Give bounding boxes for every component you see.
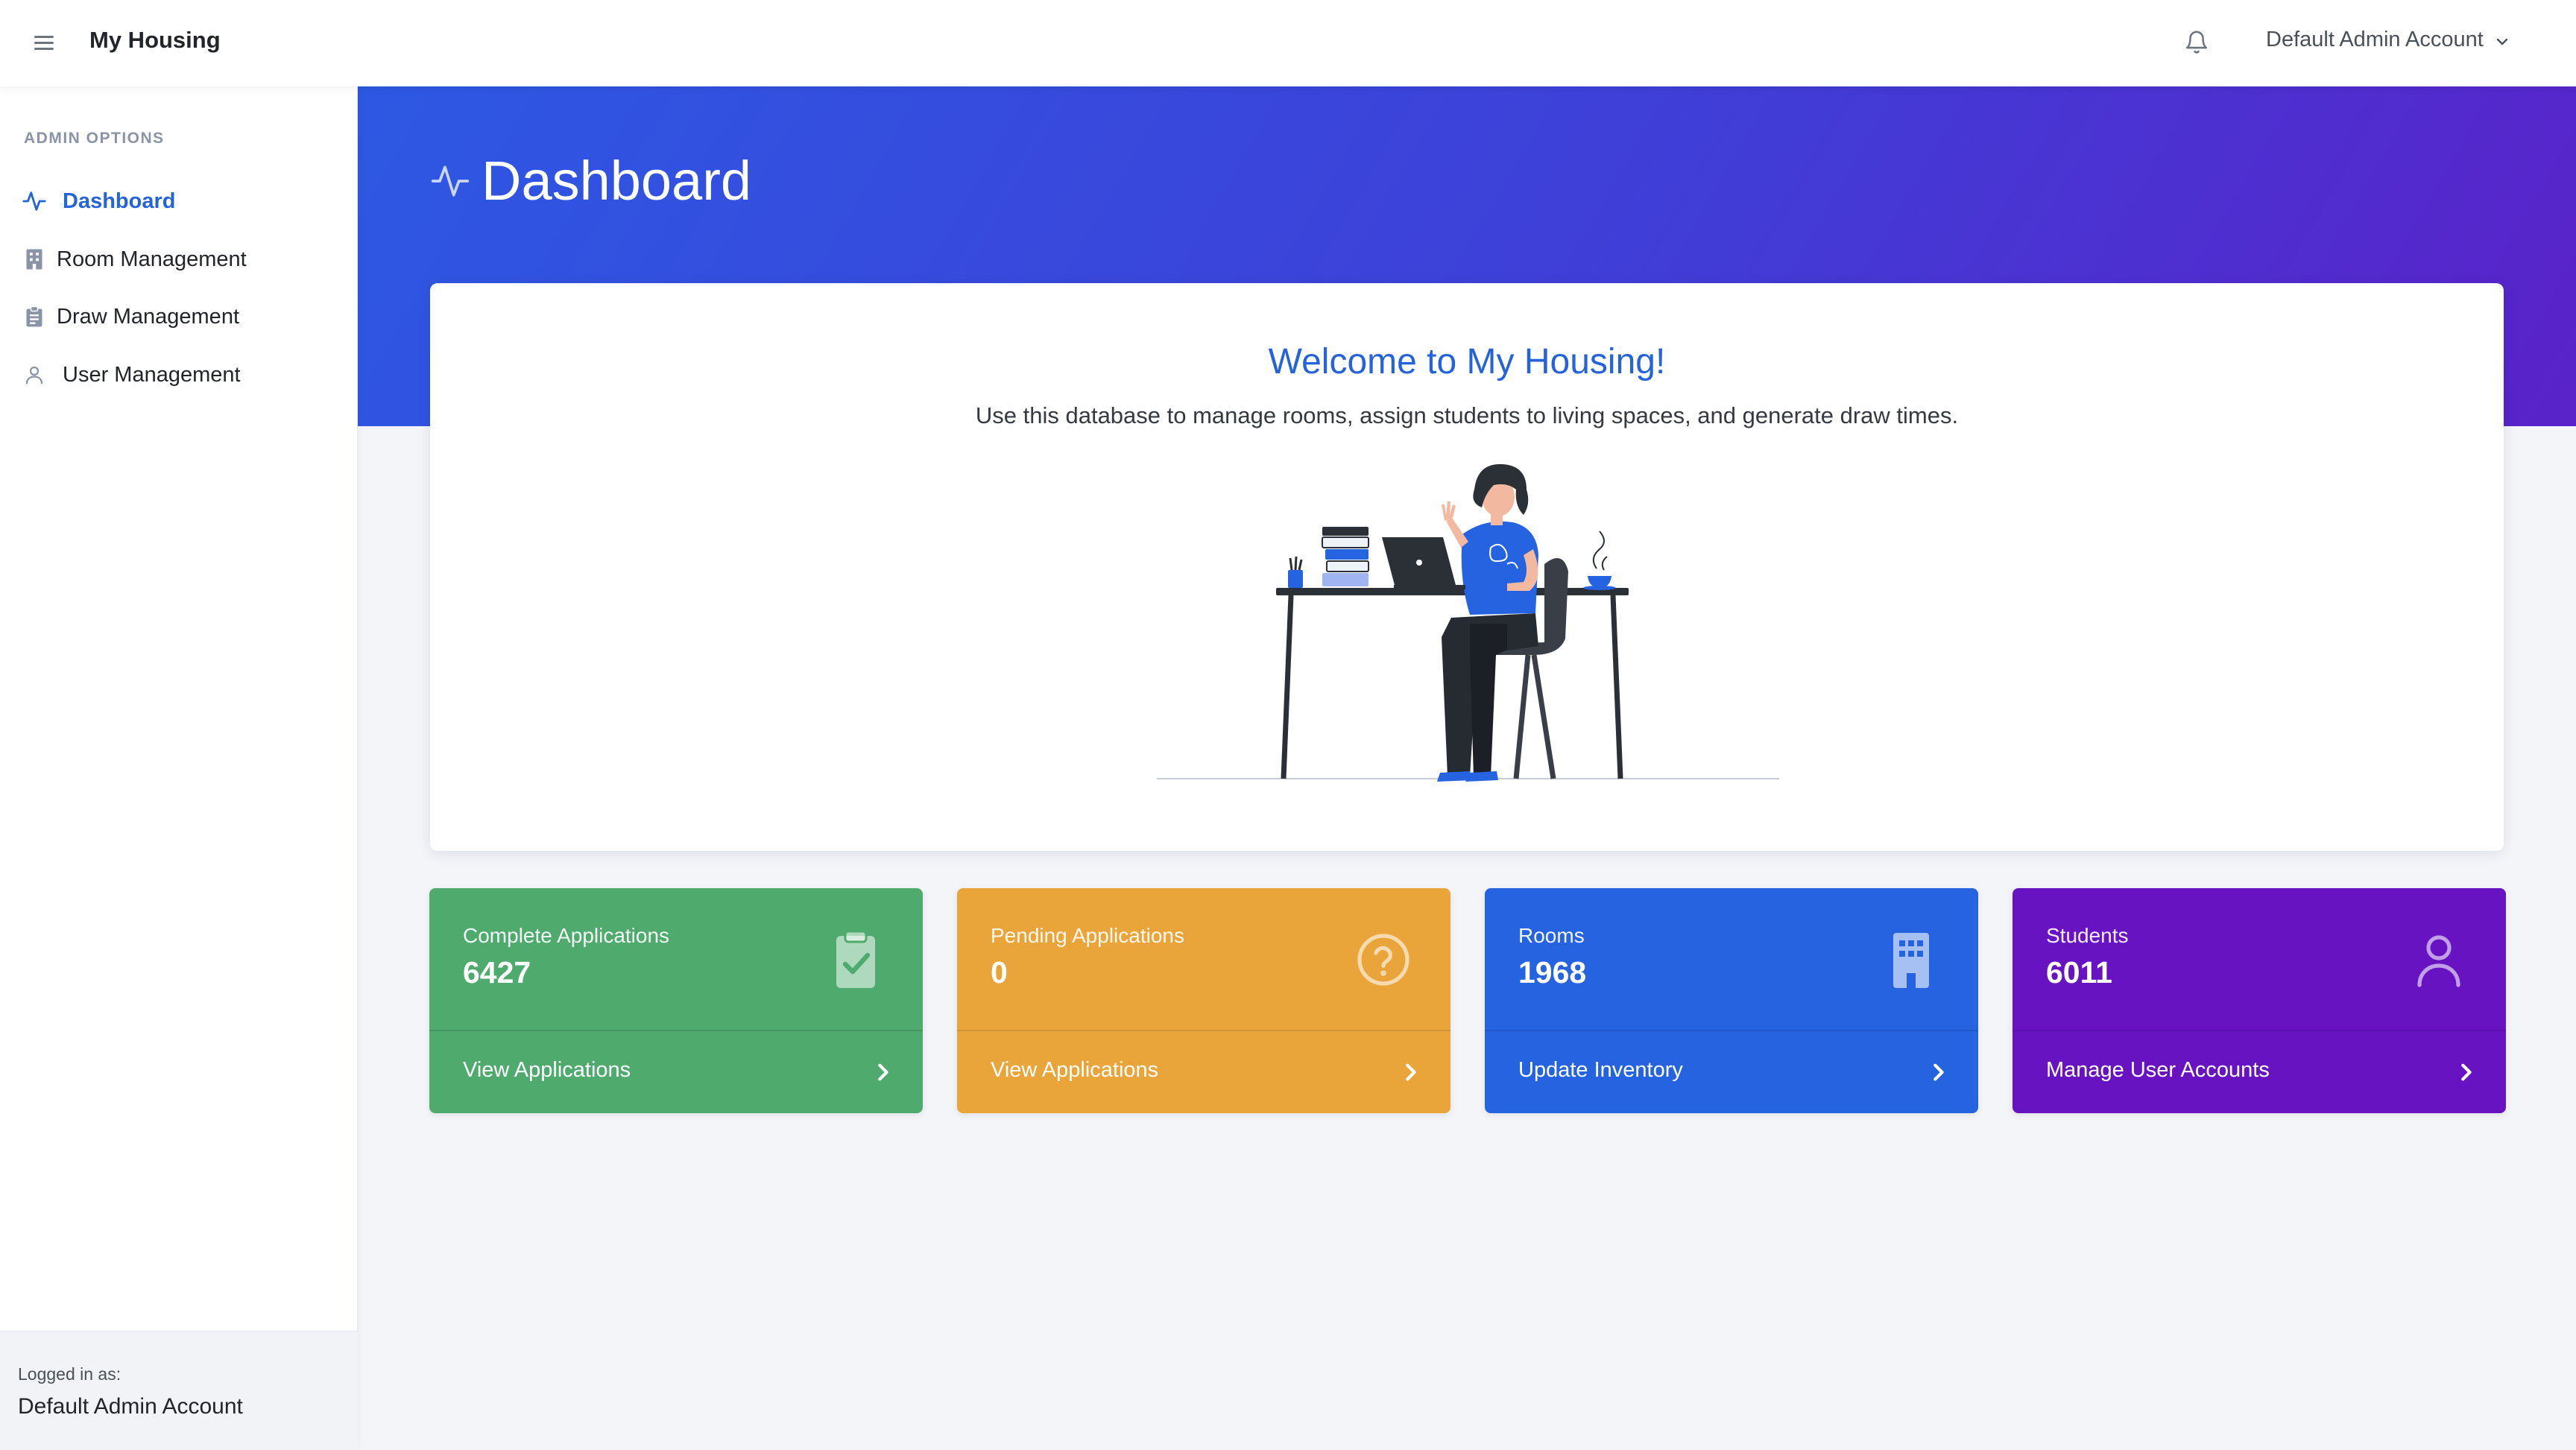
logged-in-user: Default Admin Account — [18, 1394, 243, 1419]
activity-icon — [21, 188, 48, 215]
stat-label: Students — [2046, 924, 2129, 947]
activity-icon — [429, 160, 471, 202]
top-navbar: My Housing Default Admin Account — [0, 0, 2576, 86]
bell-icon[interactable] — [2184, 28, 2209, 57]
sidebar: ADMIN OPTIONS Dashboard Room Management — [0, 86, 358, 1450]
stat-card-students: Students 6011 Manage User Accounts — [2012, 888, 2506, 1113]
stat-value: 0 — [991, 955, 1008, 990]
stat-label: Pending Applications — [991, 924, 1184, 947]
stat-link-label: View Applications — [991, 1058, 1159, 1082]
stat-link-label: Update Inventory — [1518, 1058, 1683, 1082]
chevron-right-icon — [2457, 1061, 2475, 1083]
chevron-right-icon — [1929, 1061, 1947, 1083]
stat-value: 6011 — [2046, 955, 2112, 990]
sidebar-item-user-management[interactable]: User Management — [0, 352, 358, 397]
question-circle-icon — [1354, 928, 1413, 991]
chevron-right-icon — [874, 1061, 891, 1083]
stat-label: Complete Applications — [463, 924, 670, 947]
welcome-subtitle: Use this database to manage rooms, assig… — [975, 402, 1959, 428]
stat-card-rooms: Rooms 1968 Update Inventory — [1485, 888, 1978, 1113]
stat-value: 1968 — [1518, 955, 1587, 990]
sidebar-item-dashboard[interactable]: Dashboard — [0, 179, 358, 224]
clipboard-check-icon — [826, 928, 886, 991]
user-icon — [21, 361, 48, 388]
desk-illustration — [1157, 463, 1779, 782]
clipboard-icon — [21, 303, 48, 330]
hamburger-menu-icon[interactable] — [34, 33, 57, 54]
stat-value: 6427 — [463, 955, 531, 990]
page-title-group: Dashboard — [429, 149, 751, 212]
sidebar-item-room-management[interactable]: Room Management — [0, 237, 358, 282]
sidebar-item-label: Draw Management — [57, 304, 239, 329]
account-name: Default Admin Account — [2266, 28, 2484, 51]
stat-card-complete-applications: Complete Applications 6427 View Applicat… — [429, 888, 923, 1113]
account-dropdown[interactable]: Default Admin Account — [2266, 28, 2509, 53]
welcome-title: Welcome to My Housing! — [1268, 342, 1666, 382]
stat-label: Rooms — [1518, 924, 1585, 947]
sidebar-item-label: Dashboard — [63, 189, 176, 213]
building-icon — [21, 246, 48, 273]
stat-link-label: View Applications — [463, 1058, 631, 1082]
user-icon — [2409, 928, 2469, 991]
view-applications-link[interactable]: View Applications — [429, 1031, 923, 1113]
view-applications-link[interactable]: View Applications — [957, 1031, 1450, 1113]
sidebar-item-label: User Management — [63, 362, 241, 387]
app-brand[interactable]: My Housing — [89, 27, 221, 54]
welcome-card: Welcome to My Housing! Use this database… — [430, 283, 2504, 851]
manage-user-accounts-link[interactable]: Manage User Accounts — [2012, 1031, 2506, 1113]
stat-link-label: Manage User Accounts — [2046, 1058, 2270, 1082]
building-icon — [1881, 928, 1941, 991]
logged-in-label: Logged in as: — [18, 1364, 121, 1384]
sidebar-item-label: Room Management — [57, 247, 247, 271]
sidebar-item-draw-management[interactable]: Draw Management — [0, 294, 358, 339]
stat-card-pending-applications: Pending Applications 0 View Applications — [957, 888, 1450, 1113]
sidebar-footer: Logged in as: Default Admin Account — [0, 1331, 358, 1450]
update-inventory-link[interactable]: Update Inventory — [1485, 1031, 1978, 1113]
chevron-down-icon — [2496, 28, 2509, 53]
chevron-right-icon — [1401, 1061, 1419, 1083]
page-title: Dashboard — [482, 150, 752, 212]
sidebar-heading: ADMIN OPTIONS — [24, 130, 165, 147]
